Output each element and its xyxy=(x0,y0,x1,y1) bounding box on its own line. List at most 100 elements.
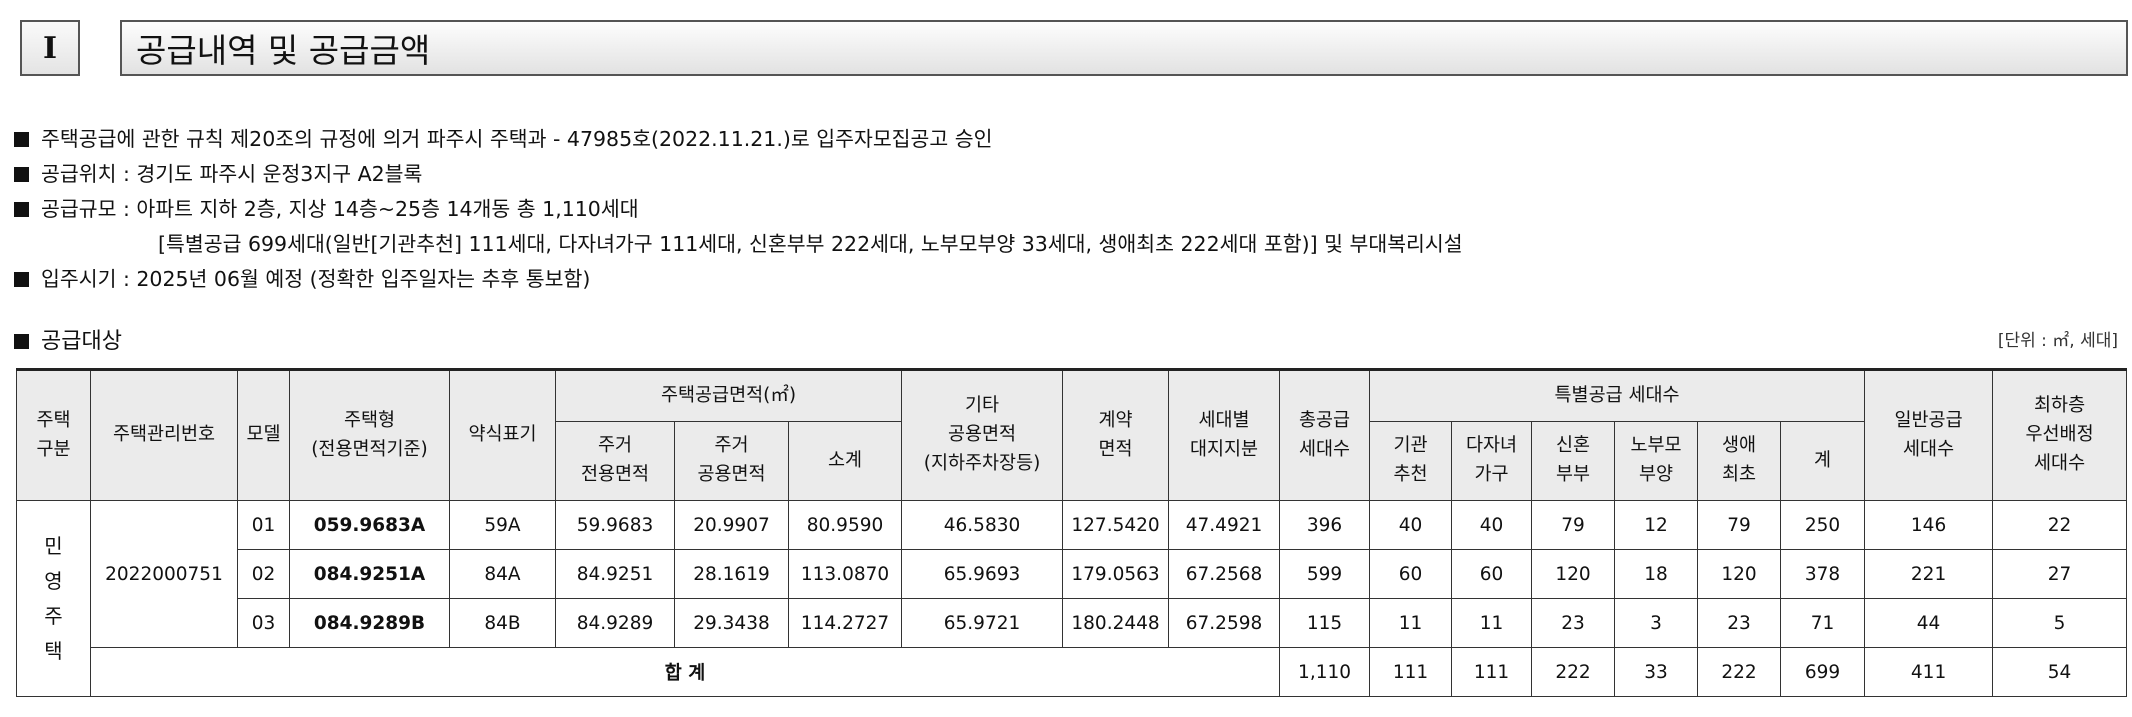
bullet-scale-detail: [특별공급 699세대(일반[기관추천] 111세대, 다자녀가구 111세대,… xyxy=(158,232,1463,256)
square-bullet-icon xyxy=(14,167,29,182)
contract-area-cell: 179.0563 xyxy=(1062,549,1170,599)
square-bullet-icon xyxy=(14,334,29,349)
supply-target-heading: 공급대상 xyxy=(14,323,122,355)
sum-general-units: 411 xyxy=(1864,647,1994,697)
common-area-cell: 20.9907 xyxy=(674,500,789,550)
land-share-cell: 67.2568 xyxy=(1168,549,1281,599)
total-units-cell: 396 xyxy=(1279,500,1371,550)
house-type-cell: 084.9251A xyxy=(289,549,450,599)
multi-child-cell: 60 xyxy=(1451,549,1533,599)
model-cell: 03 xyxy=(237,598,290,648)
sum-special-sum: 699 xyxy=(1780,647,1866,697)
multi-child-cell: 11 xyxy=(1451,598,1533,648)
special-sum-cell: 378 xyxy=(1780,549,1866,599)
header-management-no: 주택관리번호 xyxy=(90,368,238,501)
header-institution: 기관 추천 xyxy=(1369,421,1453,501)
sum-lowest-floor: 54 xyxy=(1992,647,2128,697)
square-bullet-icon xyxy=(14,132,29,147)
first-time-cell: 23 xyxy=(1697,598,1782,648)
header-first-time: 생애 최초 xyxy=(1697,421,1782,501)
subtotal-cell: 113.0870 xyxy=(787,549,903,599)
lowest-floor-cell: 5 xyxy=(1992,598,2128,648)
header-general-units: 일반공급 세대수 xyxy=(1864,368,1994,501)
header-total-units: 총공급 세대수 xyxy=(1279,368,1371,501)
header-newlywed: 신혼 부부 xyxy=(1531,421,1616,501)
header-supply-area: 주택공급면적(㎡) xyxy=(554,368,903,422)
header-other-common: 기타 공용면적 (지하주차장등) xyxy=(901,368,1064,501)
header-subtotal: 소계 xyxy=(787,421,903,501)
sum-institution: 111 xyxy=(1369,647,1453,697)
general-units-cell: 146 xyxy=(1864,500,1994,550)
newlywed-cell: 23 xyxy=(1531,598,1616,648)
header-elderly-parent: 노부모 부양 xyxy=(1614,421,1699,501)
notice-bullets: 주택공급에 관한 규칙 제20조의 규정에 의거 파주시 주택과 - 47985… xyxy=(14,122,1463,297)
short-label-cell: 84B xyxy=(449,598,556,648)
institution-cell: 40 xyxy=(1369,500,1453,550)
total-units-cell: 115 xyxy=(1279,598,1371,648)
bullet-scale: 공급규모 : 아파트 지하 2층, 지상 14층~25층 14개동 총 1,11… xyxy=(14,192,1463,227)
section-header: I 공급내역 및 공급금액 xyxy=(20,20,2130,78)
institution-cell: 11 xyxy=(1369,598,1453,648)
newlywed-cell: 79 xyxy=(1531,500,1616,550)
house-type-cell: 084.9289B xyxy=(289,598,450,648)
management-number-cell: 2022000751 xyxy=(90,500,238,648)
supply-table: 주택 구분 주택관리번호 모델 주택형 (전용면적기준) 약식표기 주택공급면적… xyxy=(16,368,2128,697)
header-model: 모델 xyxy=(237,368,290,501)
header-special-sum: 계 xyxy=(1780,421,1866,501)
category-cell: 민 영 주 택 xyxy=(16,500,91,697)
elderly-parent-cell: 12 xyxy=(1614,500,1699,550)
land-share-cell: 67.2598 xyxy=(1168,598,1281,648)
header-multi-child: 다자녀 가구 xyxy=(1451,421,1533,501)
sum-total-units: 1,110 xyxy=(1279,647,1371,697)
first-time-cell: 120 xyxy=(1697,549,1782,599)
exclusive-area-cell: 59.9683 xyxy=(555,500,675,550)
header-short-label: 약식표기 xyxy=(449,368,556,501)
header-common-area: 주거 공용면적 xyxy=(674,421,789,501)
section-number: I xyxy=(20,20,80,76)
lowest-floor-cell: 22 xyxy=(1992,500,2128,550)
sum-multi-child: 111 xyxy=(1451,647,1533,697)
common-area-cell: 28.1619 xyxy=(674,549,789,599)
general-units-cell: 44 xyxy=(1864,598,1994,648)
subtotal-cell: 80.9590 xyxy=(787,500,903,550)
other-common-cell: 65.9693 xyxy=(901,549,1064,599)
multi-child-cell: 40 xyxy=(1451,500,1533,550)
sum-elderly-parent: 33 xyxy=(1614,647,1699,697)
bullet-approval: 주택공급에 관한 규칙 제20조의 규정에 의거 파주시 주택과 - 47985… xyxy=(14,122,1463,157)
header-exclusive-area: 주거 전용면적 xyxy=(555,421,675,501)
institution-cell: 60 xyxy=(1369,549,1453,599)
header-land-share: 세대별 대지지분 xyxy=(1168,368,1281,501)
model-cell: 02 xyxy=(237,549,290,599)
header-lowest-floor: 최하층 우선배정 세대수 xyxy=(1992,368,2128,501)
total-units-cell: 599 xyxy=(1279,549,1371,599)
bullet-location: 공급위치 : 경기도 파주시 운정3지구 A2블록 xyxy=(14,157,1463,192)
exclusive-area-cell: 84.9251 xyxy=(555,549,675,599)
newlywed-cell: 120 xyxy=(1531,549,1616,599)
special-sum-cell: 250 xyxy=(1780,500,1866,550)
elderly-parent-cell: 18 xyxy=(1614,549,1699,599)
sum-newlywed: 222 xyxy=(1531,647,1616,697)
sum-row: 합 계 1,110 111 111 222 33 222 699 411 54 xyxy=(17,647,2128,697)
header-house-type: 주택형 (전용면적기준) xyxy=(289,368,450,501)
house-type-cell: 059.9683A xyxy=(289,500,450,550)
contract-area-cell: 127.5420 xyxy=(1062,500,1170,550)
model-cell: 01 xyxy=(237,500,290,550)
general-units-cell: 221 xyxy=(1864,549,1994,599)
land-share-cell: 47.4921 xyxy=(1168,500,1281,550)
unit-note: [단위 : ㎡, 세대] xyxy=(1997,331,2118,351)
section-title: 공급내역 및 공급금액 xyxy=(120,20,2128,76)
elderly-parent-cell: 3 xyxy=(1614,598,1699,648)
special-sum-cell: 71 xyxy=(1780,598,1866,648)
square-bullet-icon xyxy=(14,202,29,217)
short-label-cell: 59A xyxy=(449,500,556,550)
contract-area-cell: 180.2448 xyxy=(1062,598,1170,648)
common-area-cell: 29.3438 xyxy=(674,598,789,648)
other-common-cell: 65.9721 xyxy=(901,598,1064,648)
square-bullet-icon xyxy=(14,272,29,287)
short-label-cell: 84A xyxy=(449,549,556,599)
header-house-category: 주택 구분 xyxy=(16,368,91,501)
table-row: 03 084.9289B 84B 84.9289 29.3438 114.272… xyxy=(17,598,2128,648)
subtotal-cell: 114.2727 xyxy=(787,598,903,648)
table-row: 02 084.9251A 84A 84.9251 28.1619 113.087… xyxy=(17,549,2128,599)
bullet-move-in: 입주시기 : 2025년 06월 예정 (정확한 입주일자는 추후 통보함) xyxy=(14,262,1463,297)
